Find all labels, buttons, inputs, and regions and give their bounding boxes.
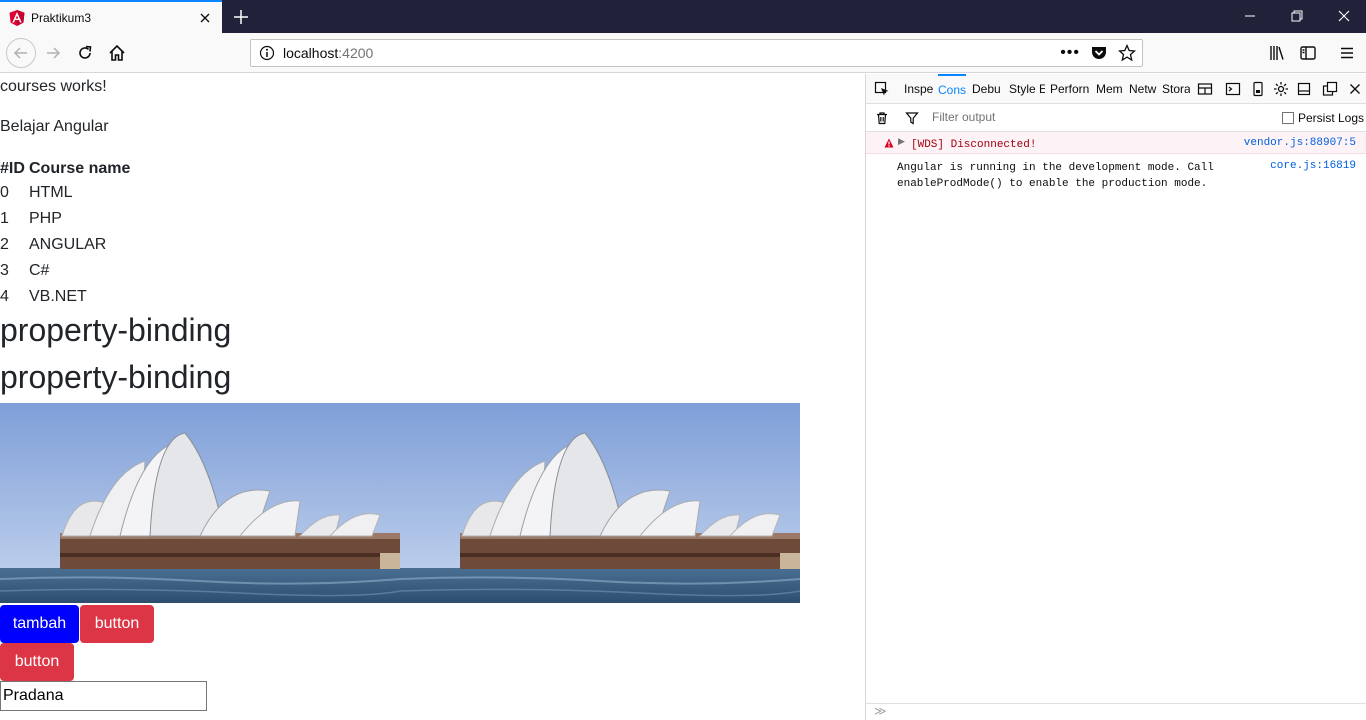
console-message-line-2: enableProdMode() to enable the productio… [897, 178, 1208, 190]
tab-title: Praktikum3 [31, 10, 92, 25]
library-icon[interactable] [1265, 41, 1289, 65]
responsive-design-icon[interactable] [1197, 81, 1213, 97]
courses-works-text: courses works! [0, 78, 107, 95]
pocket-icon[interactable] [1090, 44, 1108, 62]
console-message-text: Angular is running in the development mo… [897, 160, 1214, 192]
element-picker-icon[interactable] [874, 81, 890, 97]
tab-inspector[interactable]: Inspe [904, 74, 934, 104]
navigation-toolbar: localhost:4200 ••• [0, 33, 1366, 73]
back-icon[interactable] [6, 38, 36, 68]
new-tab-icon[interactable] [231, 7, 251, 27]
prompt-chevron-icon: ≫ [874, 704, 887, 718]
error-warning-icon [884, 138, 894, 148]
devtools-panel: Inspe Cons Debu Style E Perforn Mem Netw… [865, 74, 1366, 720]
tab-console[interactable]: Cons [938, 74, 966, 104]
belajar-angular-text: Belajar Angular [0, 118, 109, 135]
expand-arrow-icon[interactable]: ▶ [898, 137, 905, 147]
console-message-error[interactable]: ▶ [WDS] Disconnected! vendor.js:88907:5 [866, 132, 1366, 154]
course-name: HTML [29, 184, 73, 201]
restore-icon[interactable] [1289, 8, 1305, 24]
tab-performance[interactable]: Perforn [1050, 74, 1090, 104]
opera-house-image-1 [0, 403, 400, 603]
checkbox-icon[interactable] [1282, 112, 1294, 124]
course-id: 4 [0, 288, 9, 305]
course-id: 2 [0, 236, 9, 253]
course-id: 1 [0, 210, 9, 227]
header-course-name: Course name [29, 160, 131, 177]
courses-table: #ID Course name 0 HTML 1 PHP 2 ANGULAR 3 C# … [0, 158, 132, 310]
browser-titlebar: Praktikum3 [0, 0, 1366, 33]
tab-storage[interactable]: Stora [1162, 74, 1190, 104]
home-icon[interactable] [105, 41, 129, 65]
close-tab-icon[interactable] [197, 10, 213, 26]
opera-house-image-2 [400, 403, 800, 603]
course-name: PHP [29, 210, 62, 227]
tambah-button[interactable]: tambah [0, 605, 79, 643]
url-bar[interactable]: localhost:4200 ••• [250, 39, 1143, 67]
menu-icon[interactable] [1335, 41, 1359, 65]
console-message-log[interactable]: Angular is running in the development mo… [866, 155, 1366, 191]
table-row: 3 C# [0, 258, 132, 284]
button-red-1[interactable]: button [80, 605, 154, 643]
info-icon[interactable] [259, 45, 275, 61]
settings-gear-icon[interactable] [1273, 81, 1289, 97]
angular-icon [9, 9, 25, 26]
course-name: VB.NET [29, 288, 87, 305]
dock-bottom-icon[interactable] [1296, 81, 1312, 97]
url-text[interactable]: localhost:4200 [283, 45, 1060, 61]
name-input[interactable] [0, 681, 207, 711]
device-icon[interactable] [1250, 81, 1266, 97]
bookmark-star-icon[interactable] [1118, 44, 1136, 62]
message-source-link[interactable]: vendor.js:88907:5 [1244, 137, 1356, 149]
filter-output-input[interactable]: Filter output [932, 110, 995, 124]
header-id: #ID [0, 160, 25, 177]
console-message-line-1: Angular is running in the development mo… [897, 162, 1214, 174]
persist-logs-label: Persist Logs [1298, 111, 1365, 125]
scratchpad-icon[interactable] [1225, 81, 1241, 97]
table-row: 0 HTML [0, 180, 132, 206]
page-actions-icon[interactable]: ••• [1060, 44, 1080, 62]
console-input-prompt[interactable]: ≫ [866, 703, 1366, 720]
course-name: C# [29, 262, 50, 279]
table-row: 2 ANGULAR [0, 232, 132, 258]
sidebar-icon[interactable] [1296, 41, 1320, 65]
course-id: 0 [0, 184, 9, 201]
devtools-toolbar: Inspe Cons Debu Style E Perforn Mem Netw… [866, 74, 1366, 104]
console-message-text: [WDS] Disconnected! [911, 139, 1037, 151]
message-source-link[interactable]: core.js:16819 [1270, 160, 1356, 172]
reload-icon[interactable] [73, 41, 97, 65]
tab-memory[interactable]: Mem [1096, 74, 1124, 104]
page-content: courses works! Belajar Angular #ID Cours… [0, 74, 865, 720]
table-row: 1 PHP [0, 206, 132, 232]
button-red-2[interactable]: button [0, 643, 74, 681]
trash-icon[interactable] [874, 110, 890, 126]
browser-tab[interactable]: Praktikum3 [0, 0, 222, 33]
forward-icon[interactable] [41, 41, 65, 65]
close-devtools-icon[interactable] [1347, 81, 1363, 97]
tab-network[interactable]: Netw [1129, 74, 1157, 104]
undock-icon[interactable] [1322, 81, 1338, 97]
close-window-icon[interactable] [1336, 8, 1352, 24]
filter-icon[interactable] [904, 110, 920, 126]
course-id: 3 [0, 262, 9, 279]
minimize-icon[interactable] [1242, 8, 1258, 24]
console-filter-bar: Filter output Persist Logs [866, 104, 1366, 132]
tab-style-editor[interactable]: Style E [1009, 74, 1045, 104]
persist-logs-checkbox[interactable]: Persist Logs [1282, 111, 1364, 125]
table-header-row: #ID Course name [0, 158, 132, 180]
course-name: ANGULAR [29, 236, 107, 253]
property-binding-heading-2: property-binding [0, 359, 232, 395]
tab-debugger[interactable]: Debu [972, 74, 1005, 104]
table-row: 4 VB.NET [0, 284, 132, 310]
property-binding-heading-1: property-binding [0, 312, 232, 348]
